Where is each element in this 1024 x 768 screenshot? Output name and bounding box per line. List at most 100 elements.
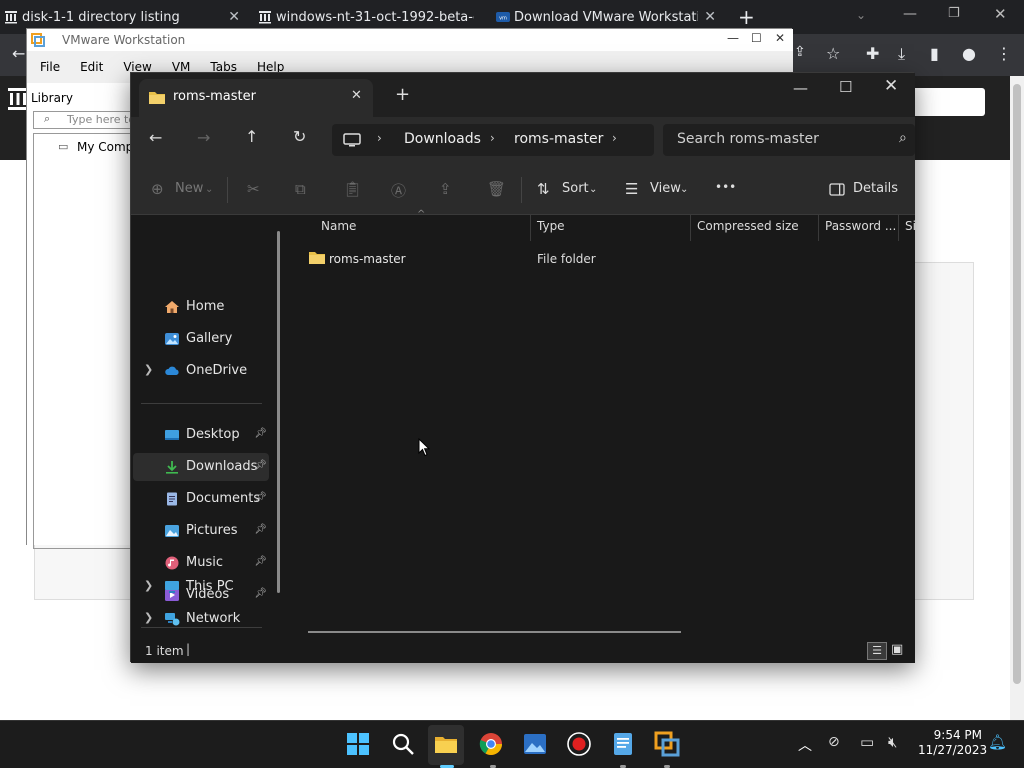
- column-header-compressed-size[interactable]: Compressed size: [697, 219, 799, 233]
- nav-item-gallery[interactable]: Gallery: [133, 325, 269, 353]
- view-icon: ☰: [625, 180, 639, 198]
- scrollbar-thumb[interactable]: [1013, 84, 1021, 684]
- back-arrow-icon[interactable]: ←: [149, 128, 162, 147]
- new-button[interactable]: New: [175, 181, 203, 196]
- sort-button[interactable]: Sort: [562, 181, 589, 196]
- chevron-down-icon[interactable]: ⌄: [856, 8, 866, 22]
- chevron-up-icon[interactable]: ︿: [798, 735, 812, 755]
- column-header-size[interactable]: Si: [905, 219, 915, 233]
- minimize-icon[interactable]: —: [903, 6, 917, 22]
- paste-icon[interactable]: 📋︎: [343, 180, 362, 198]
- minimize-icon[interactable]: —: [793, 79, 808, 97]
- nav-item-label: Desktop: [186, 427, 240, 442]
- taskbar-clock[interactable]: 9:54 PM 11/27/2023: [918, 728, 987, 758]
- breadcrumb[interactable]: › Downloads › roms-master ›: [332, 124, 654, 156]
- kebab-menu-icon[interactable]: ⋮: [996, 44, 1012, 63]
- nav-item-desktop[interactable]: Desktop 📌︎: [133, 421, 269, 449]
- minimize-icon[interactable]: —: [727, 31, 739, 45]
- windows-start-icon[interactable]: [345, 731, 371, 757]
- photos-icon[interactable]: [522, 731, 548, 757]
- library-item[interactable]: My Comp: [77, 140, 133, 154]
- forward-arrow-icon[interactable]: →: [197, 128, 210, 147]
- nav-item-downloads[interactable]: Downloads 📌︎: [133, 453, 269, 481]
- folder-icon: [309, 252, 325, 264]
- chevron-right-icon[interactable]: ›: [377, 131, 382, 145]
- nav-item-network[interactable]: ❯ Network: [133, 605, 269, 633]
- record-icon[interactable]: [566, 731, 592, 757]
- volume-mute-icon[interactable]: 🔇︎: [888, 733, 897, 751]
- column-header-name[interactable]: Name: [321, 219, 356, 233]
- search-input[interactable]: Search roms-master ⌕: [663, 124, 915, 156]
- star-icon[interactable]: ☆: [826, 44, 840, 63]
- up-arrow-icon[interactable]: ↑: [245, 127, 258, 146]
- profile-icon[interactable]: ●: [962, 44, 976, 63]
- nav-item-home[interactable]: Home: [133, 293, 269, 321]
- details-button[interactable]: Details: [853, 181, 898, 196]
- column-header-password[interactable]: Password ...: [825, 219, 896, 233]
- new-tab-button[interactable]: +: [395, 84, 410, 105]
- side-panel-icon[interactable]: ▮: [930, 44, 939, 63]
- chevron-right-icon[interactable]: ›: [490, 131, 495, 145]
- chevron-right-icon[interactable]: ❯: [144, 611, 153, 624]
- nav-item-this-pc[interactable]: ❯ This PC: [133, 573, 269, 601]
- search-icon[interactable]: [390, 731, 416, 757]
- file-explorer-icon[interactable]: [433, 731, 459, 757]
- notepad-icon[interactable]: [610, 731, 636, 757]
- view-button[interactable]: View: [650, 181, 681, 196]
- page-scrollbar[interactable]: [1010, 76, 1024, 720]
- pin-icon[interactable]: 📌︎: [254, 428, 267, 439]
- explorer-tab[interactable]: roms-master ✕: [139, 79, 373, 117]
- maximize-icon[interactable]: ☐: [839, 78, 852, 96]
- vmware-icon[interactable]: [654, 731, 680, 757]
- column-divider[interactable]: [818, 215, 819, 241]
- nav-item-documents[interactable]: Documents 📌︎: [133, 485, 269, 513]
- details-view-icon[interactable]: ☰: [867, 642, 887, 660]
- maximize-icon[interactable]: ☐: [751, 31, 762, 45]
- more-options-icon[interactable]: •••: [715, 180, 736, 194]
- display-icon[interactable]: ▭: [860, 733, 874, 751]
- notification-bell-icon[interactable]: 🔔︎: [988, 733, 1007, 751]
- back-arrow-icon[interactable]: ←: [12, 44, 25, 63]
- pin-icon[interactable]: 📌︎: [254, 492, 267, 503]
- delete-icon[interactable]: 🗑︎: [487, 180, 506, 198]
- pin-icon[interactable]: 📌︎: [254, 556, 267, 567]
- column-header-type[interactable]: Type: [537, 219, 565, 233]
- close-icon[interactable]: ✕: [884, 76, 898, 96]
- breadcrumb-downloads[interactable]: Downloads: [404, 131, 481, 147]
- close-icon[interactable]: ✕: [351, 88, 362, 103]
- nav-item-onedrive[interactable]: ❯ OneDrive: [133, 357, 269, 385]
- chrome-icon[interactable]: [478, 731, 504, 757]
- library-search-input[interactable]: ⌕ Type here to: [33, 111, 137, 129]
- copy-icon[interactable]: ⧉: [295, 180, 306, 198]
- column-divider[interactable]: [530, 215, 531, 241]
- chevron-right-icon[interactable]: ›: [612, 131, 617, 145]
- close-icon[interactable]: ✕: [994, 5, 1007, 23]
- chevron-right-icon[interactable]: ❯: [144, 579, 153, 592]
- restore-icon[interactable]: ❐: [948, 6, 960, 21]
- close-icon[interactable]: ✕: [228, 9, 240, 25]
- horizontal-scrollbar[interactable]: [308, 631, 681, 633]
- close-icon[interactable]: ✕: [775, 31, 785, 45]
- tiles-view-icon[interactable]: ▣: [891, 642, 903, 657]
- nav-item-pictures[interactable]: Pictures 📌︎: [133, 517, 269, 545]
- download-icon[interactable]: ⤓: [898, 44, 905, 64]
- share-icon[interactable]: ⇪: [794, 44, 806, 60]
- pin-icon[interactable]: 📌︎: [254, 460, 267, 471]
- menu-file[interactable]: File: [40, 60, 60, 74]
- pin-icon[interactable]: 📌︎: [254, 524, 267, 535]
- refresh-icon[interactable]: ↻: [293, 127, 306, 146]
- rename-icon[interactable]: Ⓐ: [391, 180, 406, 201]
- extensions-icon[interactable]: ✚: [866, 44, 879, 63]
- chevron-right-icon[interactable]: ❯: [144, 363, 153, 376]
- share-icon[interactable]: ⇪: [439, 180, 452, 198]
- breadcrumb-roms-master[interactable]: roms-master: [514, 131, 603, 147]
- new-tab-button[interactable]: +: [738, 5, 755, 29]
- menu-edit[interactable]: Edit: [80, 60, 103, 74]
- column-divider[interactable]: [898, 215, 899, 241]
- nav-scrollbar[interactable]: [277, 231, 280, 593]
- network-off-icon[interactable]: ⊘: [828, 734, 840, 750]
- close-icon[interactable]: ✕: [704, 9, 716, 25]
- column-divider[interactable]: [690, 215, 691, 241]
- table-row[interactable]: roms-master File folder: [301, 247, 901, 271]
- cut-icon[interactable]: ✂: [247, 180, 260, 198]
